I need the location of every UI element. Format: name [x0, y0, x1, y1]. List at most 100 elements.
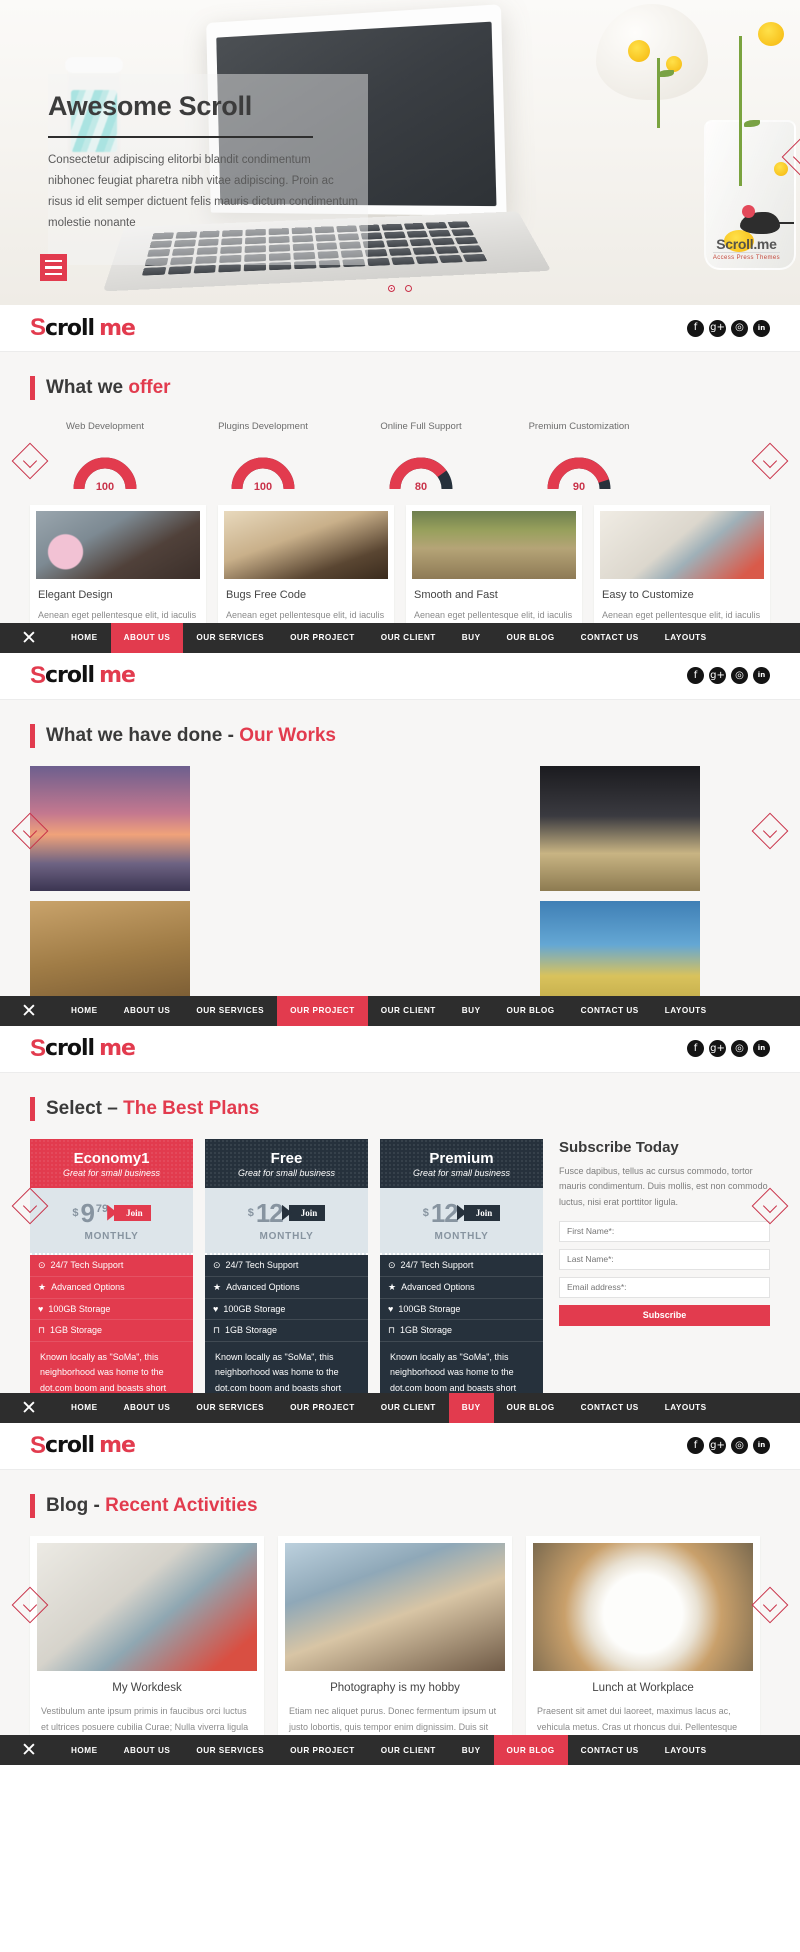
nav-item-our-project[interactable]: OUR PROJECT	[277, 995, 368, 1026]
instagram-icon[interactable]: ◎	[731, 667, 748, 685]
nav-item-contact-us[interactable]: CONTACT US	[568, 623, 652, 653]
nav-item-our-blog[interactable]: OUR BLOG	[494, 996, 568, 1026]
nav-item-our-project[interactable]: OUR PROJECT	[277, 1393, 368, 1423]
nav-item-our-blog[interactable]: OUR BLOG	[494, 623, 568, 653]
feature-title: Bugs Free Code	[226, 589, 307, 601]
nav-item-our-project[interactable]: OUR PROJECT	[277, 623, 368, 653]
nav-item-our-services[interactable]: OUR SERVICES	[183, 623, 277, 653]
gallery-tile-chess-pieces[interactable]	[540, 765, 700, 891]
blog-post-card[interactable]: My Workdesk Vestibulum ante ipsum primis…	[30, 1535, 264, 1766]
nav-item-our-client[interactable]: OUR CLIENT	[368, 1393, 449, 1423]
linkedin-icon[interactable]: in	[753, 1437, 770, 1455]
nav-item-layouts[interactable]: LAYOUTS	[652, 1393, 720, 1423]
google-plus-icon[interactable]: g+	[709, 667, 726, 685]
nav-item-home[interactable]: HOME	[58, 1735, 111, 1765]
slider-dot-1[interactable]	[387, 285, 395, 292]
gallery-tile-boats-at-sunset[interactable]	[30, 765, 190, 891]
skill-gauge: 100	[72, 455, 138, 493]
logo-name-red: me	[99, 1036, 136, 1062]
nav-item-our-services[interactable]: OUR SERVICES	[183, 996, 277, 1026]
nav-item-our-client[interactable]: OUR CLIENT	[368, 1735, 449, 1765]
nav-item-home[interactable]: HOME	[58, 996, 111, 1026]
nav-item-buy[interactable]: BUY	[449, 1735, 494, 1765]
nav-item-layouts[interactable]: LAYOUTS	[652, 623, 720, 653]
nav-item-buy[interactable]: BUY	[449, 996, 494, 1026]
first-name-input[interactable]	[559, 1220, 770, 1242]
nav-item-layouts[interactable]: LAYOUTS	[652, 1735, 720, 1765]
logo-name-dark: croll	[45, 1036, 95, 1062]
google-plus-icon[interactable]: g+	[709, 319, 726, 337]
nav-close-icon[interactable]: ✕	[0, 623, 58, 653]
skill-label: Premium Customization	[528, 421, 630, 432]
nav-item-contact-us[interactable]: CONTACT US	[568, 1393, 652, 1423]
nav-item-our-client[interactable]: OUR CLIENT	[368, 996, 449, 1026]
facebook-icon[interactable]: f	[687, 1040, 704, 1058]
nav-item-our-client[interactable]: OUR CLIENT	[368, 623, 449, 653]
plan-currency: $	[72, 1206, 79, 1219]
site-logo[interactable]: Scroll me	[30, 1035, 136, 1063]
nav-item-about-us[interactable]: ABOUT US	[111, 1735, 184, 1765]
nav-item-buy[interactable]: BUY	[448, 1392, 494, 1423]
nav-close-icon[interactable]: ✕	[0, 1393, 58, 1423]
google-plus-icon[interactable]: g+	[709, 1040, 726, 1058]
nav-item-home[interactable]: HOME	[58, 623, 111, 653]
hero-slider: Awesome Scroll Consectetur adipiscing el…	[0, 0, 800, 305]
plan-join-button[interactable]: Join	[288, 1204, 326, 1221]
gallery-tile-popcorn-bucket[interactable]	[200, 766, 530, 1026]
nav-item-layouts[interactable]: LAYOUTS	[652, 996, 720, 1026]
blog-post-card[interactable]: Lunch at Workplace Praesent sit amet dui…	[526, 1535, 760, 1766]
hero-caption: Awesome Scroll Consectetur adipiscing el…	[48, 74, 368, 265]
nav-item-about-us[interactable]: ABOUT US	[110, 622, 184, 653]
section-our-works: Scroll me f g+ ◎ in What we have done - O…	[0, 652, 800, 1026]
plan-join-button[interactable]: Join	[463, 1204, 501, 1221]
plan-join-button[interactable]: Join	[114, 1204, 151, 1221]
main-nav-3[interactable]: ✕ HOME ABOUT US OUR SERVICES OUR PROJECT…	[0, 1392, 800, 1423]
main-nav-4[interactable]: ✕ HOME ABOUT US OUR SERVICES OUR PROJECT…	[0, 1735, 800, 1766]
cart-icon: ⊓	[213, 1324, 221, 1335]
facebook-icon[interactable]: f	[687, 319, 704, 337]
nav-item-our-services[interactable]: OUR SERVICES	[183, 1393, 277, 1423]
instagram-icon[interactable]: ◎	[731, 319, 748, 337]
facebook-icon[interactable]: f	[687, 667, 704, 685]
site-logo[interactable]: Scroll me	[30, 662, 136, 690]
instagram-icon[interactable]: ◎	[731, 1437, 748, 1455]
offer-section-title: What we offer	[30, 352, 770, 418]
nav-item-our-blog[interactable]: OUR BLOG	[493, 1735, 568, 1766]
last-name-input[interactable]	[559, 1248, 770, 1270]
main-nav-1[interactable]: ✕ HOME ABOUT US OUR SERVICES OUR PROJECT…	[0, 622, 800, 653]
linkedin-icon[interactable]: in	[753, 1040, 770, 1058]
subscribe-text: Fusce dapibus, tellus ac cursus commodo,…	[559, 1165, 768, 1208]
pricing-title-plain: Select –	[46, 1097, 124, 1119]
nav-item-buy[interactable]: BUY	[449, 623, 494, 653]
nav-item-our-project[interactable]: OUR PROJECT	[277, 1735, 368, 1765]
main-nav-2[interactable]: ✕ HOME ABOUT US OUR SERVICES OUR PROJECT…	[0, 995, 800, 1026]
nav-item-our-blog[interactable]: OUR BLOG	[494, 1393, 568, 1423]
site-logo[interactable]: Scroll me	[30, 314, 136, 342]
social-links[interactable]: f g+ ◎ in	[687, 319, 770, 337]
facebook-icon[interactable]: f	[687, 1437, 704, 1455]
google-plus-icon[interactable]: g+	[709, 1437, 726, 1455]
nav-item-home[interactable]: HOME	[58, 1393, 111, 1423]
plan-amount: 9	[80, 1197, 95, 1228]
slider-dot-2[interactable]	[405, 285, 413, 292]
nav-close-icon[interactable]: ✕	[0, 1735, 58, 1765]
subscribe-button[interactable]: Subscribe	[559, 1304, 770, 1326]
hamburger-menu-icon[interactable]	[40, 254, 67, 281]
nav-item-contact-us[interactable]: CONTACT US	[568, 996, 652, 1026]
nav-close-icon[interactable]: ✕	[0, 996, 58, 1026]
blog-post-card[interactable]: Photography is my hobby Etiam nec alique…	[278, 1535, 512, 1766]
nav-item-contact-us[interactable]: CONTACT US	[568, 1735, 652, 1765]
instagram-icon[interactable]: ◎	[731, 1040, 748, 1058]
linkedin-icon[interactable]: in	[753, 319, 770, 337]
social-links[interactable]: f g+ ◎ in	[687, 1437, 770, 1455]
social-links[interactable]: f g+ ◎ in	[687, 667, 770, 685]
nav-item-our-services[interactable]: OUR SERVICES	[183, 1735, 277, 1765]
nav-item-about-us[interactable]: ABOUT US	[111, 1393, 184, 1423]
nav-item-about-us[interactable]: ABOUT US	[111, 996, 184, 1026]
site-logo[interactable]: Scroll me	[30, 1432, 136, 1460]
slider-dots[interactable]	[0, 279, 800, 297]
email-input[interactable]	[559, 1276, 770, 1298]
social-links[interactable]: f g+ ◎ in	[687, 1040, 770, 1058]
linkedin-icon[interactable]: in	[753, 667, 770, 685]
skill-gauge: 100	[230, 455, 296, 493]
